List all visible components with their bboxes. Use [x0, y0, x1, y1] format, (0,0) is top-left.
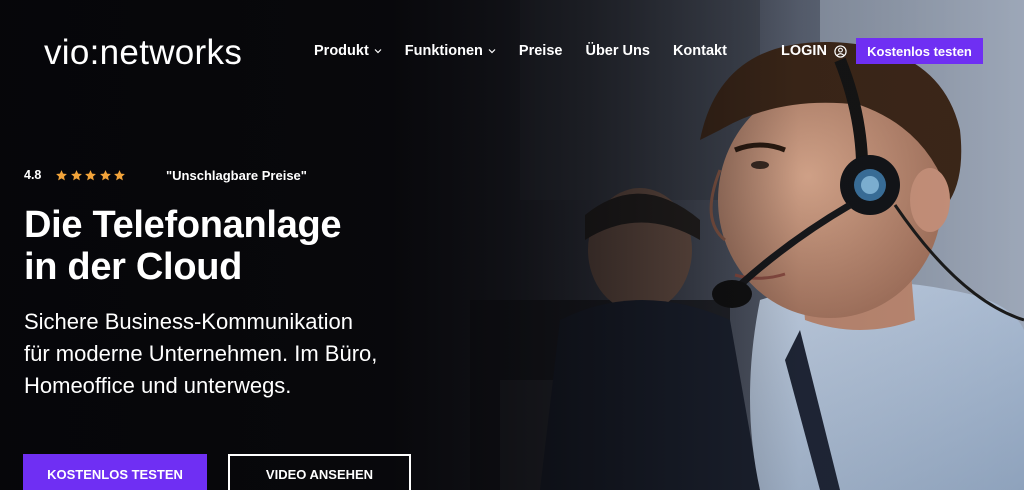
nav-item-preise[interactable]: Preise — [519, 42, 563, 60]
hero-headline: Die Telefonanlage in der Cloud — [24, 204, 444, 288]
nav-item-label: Funktionen — [404, 43, 483, 59]
star-icon — [114, 169, 126, 180]
subline-line: für moderne Unternehmen. Im Büro, — [24, 341, 378, 366]
nav-item-kontakt[interactable]: Kontakt — [673, 42, 727, 60]
rating-value: 4.8 — [24, 168, 42, 182]
headline-line: in der Cloud — [24, 246, 243, 288]
header-cta-button[interactable]: Kostenlos testen — [856, 38, 983, 64]
site-logo[interactable]: vio:networks — [44, 33, 242, 73]
user-circle-icon — [834, 44, 847, 58]
subline-line: Sichere Business-Kommunikation — [24, 309, 353, 334]
nav-item-label: Über Uns — [585, 43, 650, 59]
main-nav: Produkt Funktionen Preise Über Uns Konta… — [314, 42, 750, 60]
star-icon — [85, 169, 97, 180]
subline-line: Homeoffice und unterwegs. — [24, 373, 292, 398]
star-icon — [99, 169, 111, 180]
nav-item-funktionen[interactable]: Funktionen — [405, 42, 496, 60]
hero-subheadline: Sichere Business-Kommunikation für moder… — [24, 306, 464, 402]
headline-line: Die Telefonanlage — [24, 204, 342, 246]
chevron-down-icon — [488, 49, 496, 54]
star-icon — [56, 169, 68, 180]
nav-item-label: Kontakt — [672, 43, 727, 59]
nav-item-label: Preise — [518, 43, 563, 59]
star-icon — [70, 169, 82, 180]
chevron-down-icon — [374, 49, 382, 54]
rating-row: 4.8 — [24, 168, 128, 182]
login-link[interactable]: LOGIN — [781, 42, 847, 60]
nav-item-label: Produkt — [314, 43, 369, 59]
hero-section: vio:networks Produkt Funktionen Preise Ü… — [0, 0, 1024, 490]
watch-video-button[interactable]: VIDEO ANSEHEN — [228, 454, 411, 490]
free-trial-button[interactable]: KOSTENLOS TESTEN — [23, 454, 207, 490]
login-label: LOGIN — [781, 43, 827, 59]
nav-item-produkt[interactable]: Produkt — [314, 42, 382, 60]
testimonial-quote: "Unschlagbare Preise" — [166, 168, 307, 183]
star-rating — [55, 169, 128, 182]
nav-item-ueber-uns[interactable]: Über Uns — [585, 42, 649, 60]
